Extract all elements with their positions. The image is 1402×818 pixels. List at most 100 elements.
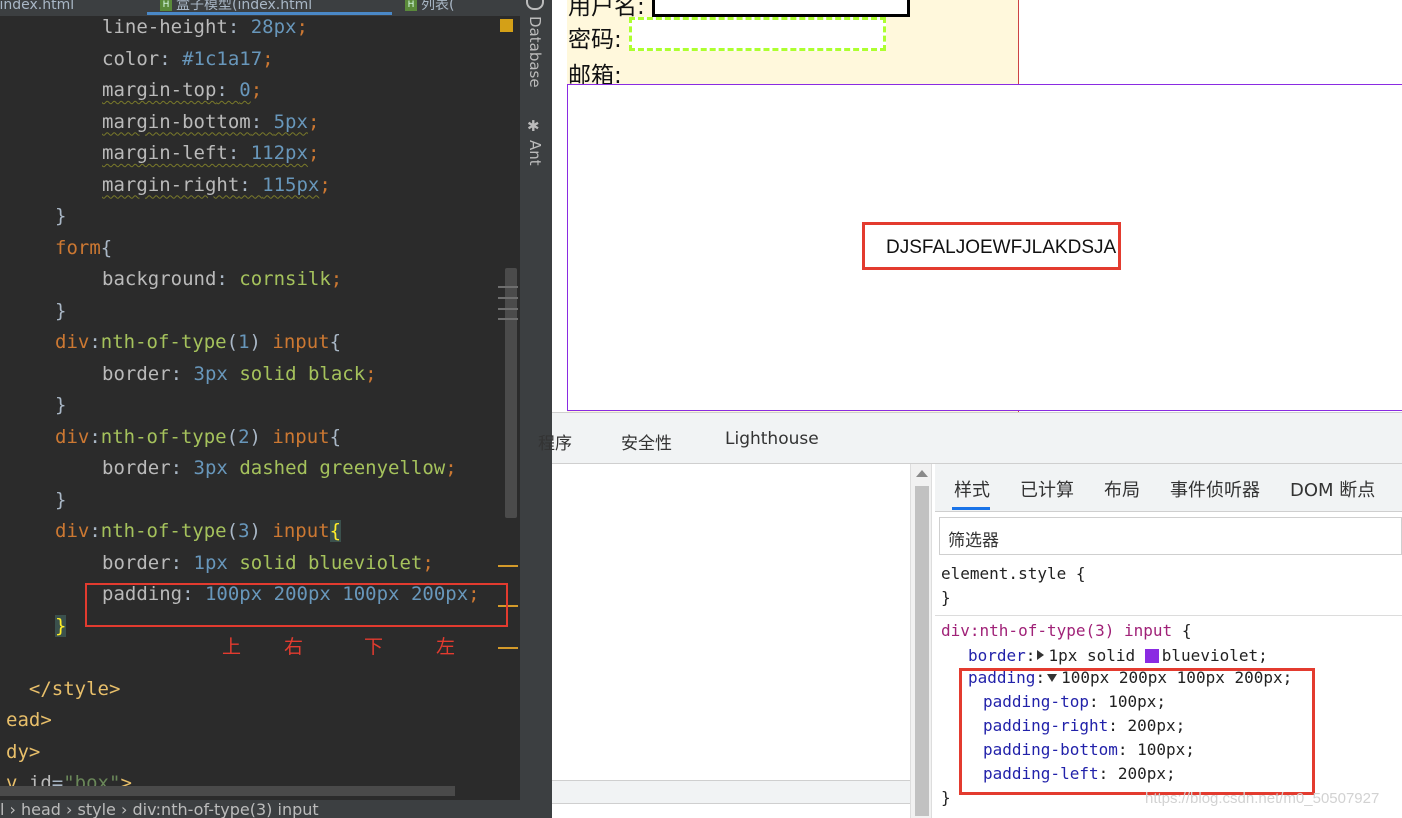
border-property[interactable]: border <box>968 646 1026 665</box>
code-token: { <box>329 331 342 353</box>
color-swatch-icon[interactable] <box>1144 649 1159 663</box>
code-token: } <box>55 299 67 322</box>
editor-tab-bar: 表(index.html H盒子模型(index.html H列表( <box>0 0 520 16</box>
code-token: input <box>272 520 330 542</box>
ant-tool-button[interactable]: Ant <box>526 140 544 166</box>
code-line[interactable]: dy> <box>6 741 40 771</box>
code-token: : <box>227 16 251 38</box>
scroll-up-icon[interactable] <box>916 470 928 477</box>
code-line[interactable]: margin-top: 0; <box>102 79 262 109</box>
code-line[interactable]: border: 3px dashed greenyellow; <box>102 457 457 487</box>
code-line[interactable]: </style> <box>6 678 121 708</box>
tab-computed[interactable]: 已计算 <box>1020 476 1074 502</box>
code-token: 28px <box>250 16 297 38</box>
code-line[interactable]: background: cornsilk; <box>102 268 342 298</box>
watermark: https://blog.csdn.net/m0_50507927 <box>1145 790 1380 807</box>
rule-header[interactable]: div:nth-of-type(3) input { <box>941 621 1191 640</box>
code-token: } <box>55 488 67 511</box>
code-token: line-height <box>102 16 228 38</box>
code-token: } <box>55 394 67 416</box>
code-token: : <box>216 268 240 290</box>
code-line[interactable]: } <box>55 205 66 235</box>
border-value[interactable]: 1px solid <box>1048 646 1135 665</box>
tab-styles[interactable]: 样式 <box>954 476 990 502</box>
filter-input[interactable]: 筛选器 <box>939 517 1402 555</box>
rule-selector[interactable]: div:nth-of-type(3) input <box>941 621 1172 640</box>
code-line[interactable]: div:nth-of-type(3) input{ <box>55 520 342 550</box>
code-token: solid blueviolet <box>239 551 423 574</box>
code-token: ead> <box>6 709 52 731</box>
annotation-bottom: 下 <box>364 636 384 658</box>
code-line[interactable]: margin-left: 112px; <box>102 142 319 172</box>
code-token: input <box>272 331 330 353</box>
scrollbar-thumb[interactable] <box>915 486 929 816</box>
rule-close-brace: } <box>941 788 951 807</box>
html-file-icon: H <box>160 0 172 11</box>
code-token: : <box>159 47 183 70</box>
breadcrumb[interactable]: l › head › style › div:nth-of-type(3) in… <box>0 800 520 818</box>
code-line[interactable]: ead> <box>6 709 52 739</box>
pane-divider[interactable] <box>552 780 910 804</box>
tab-dom-breakpoints[interactable]: DOM 断点 <box>1290 476 1375 502</box>
editor-tab-3-label: 列表( <box>421 0 455 13</box>
code-line[interactable]: div:nth-of-type(2) input{ <box>55 426 341 456</box>
tab-security[interactable]: 安全性 <box>621 429 672 454</box>
code-token: 3px <box>193 457 228 479</box>
code-line[interactable]: color: #1c1a17; <box>102 48 274 78</box>
database-tool-button[interactable]: Database <box>526 16 544 88</box>
code-line[interactable]: div:nth-of-type(1) input{ <box>55 331 341 361</box>
gutter-marker <box>498 297 518 299</box>
editor-tab-1[interactable]: 表(index.html <box>0 0 74 16</box>
code-token: 115px <box>262 173 320 196</box>
element-style-open[interactable]: element.style { <box>941 564 1086 583</box>
code-line[interactable]: margin-bottom: 5px; <box>102 111 319 141</box>
code-token: dy> <box>6 740 41 763</box>
code-token: div <box>55 425 90 448</box>
code-token: ; <box>422 551 434 574</box>
gutter-marker <box>498 308 518 310</box>
code-line[interactable]: line-height: 28px; <box>102 16 308 46</box>
html-file-icon: H <box>405 0 417 11</box>
devtools-scrollbar[interactable] <box>910 464 932 818</box>
breadcrumb-text: l › head › style › div:nth-of-type(3) in… <box>0 800 319 818</box>
tab-application[interactable]: 程序 <box>538 429 572 454</box>
code-line[interactable]: } <box>55 300 66 330</box>
code-line[interactable]: form{ <box>55 237 112 267</box>
code-line[interactable]: border: 1px solid blueviolet; <box>102 552 434 582</box>
warning-icon[interactable] <box>500 19 513 32</box>
tab-lighthouse[interactable]: Lighthouse <box>725 429 819 449</box>
expand-arrow-icon[interactable] <box>1037 650 1045 660</box>
code-token: 1 <box>238 331 250 353</box>
code-line[interactable] <box>6 646 17 676</box>
tab-layout[interactable]: 布局 <box>1104 476 1140 502</box>
editor-horizontal-scrollbar[interactable] <box>0 786 455 796</box>
code-token: : <box>239 173 263 196</box>
browser-viewport: 用户名: 密码: 邮箱: DJSFALJOEWFJLAKDSJA <box>552 0 1402 412</box>
padding-highlight-box <box>85 583 508 627</box>
code-line[interactable]: border: 3px solid black; <box>102 363 377 393</box>
code-token: : <box>170 457 194 479</box>
code-line[interactable]: } <box>55 489 66 519</box>
code-line[interactable]: } <box>55 614 67 645</box>
gutter-marker <box>498 647 518 649</box>
editor-scrollbar[interactable] <box>505 268 517 518</box>
border-declaration[interactable]: border: 1px solid blueviolet; <box>968 646 1268 665</box>
username-input[interactable] <box>652 0 910 17</box>
annotation-left: 左 <box>436 636 456 658</box>
password-input[interactable] <box>629 17 886 51</box>
code-line[interactable]: } <box>55 394 66 424</box>
code-line[interactable]: margin-right: 115px; <box>102 174 331 204</box>
devtools-panel: 程序 安全性 Lighthouse 样式 已计算 布局 事件侦听器 DOM 断点… <box>538 412 1402 818</box>
elements-tree-pane[interactable] <box>552 464 910 818</box>
code-token: 0 <box>239 79 251 101</box>
tab-event-listeners[interactable]: 事件侦听器 <box>1170 476 1260 502</box>
code-token: : <box>250 110 274 133</box>
code-token: div <box>55 520 90 542</box>
border-color-name[interactable]: blueviolet <box>1162 646 1258 665</box>
code-token: solid black <box>239 362 366 385</box>
code-editor[interactable]: 表(index.html H盒子模型(index.html H列表( line-… <box>0 0 520 818</box>
code-token: 3px <box>193 362 228 385</box>
editor-tab-3[interactable]: H 列表( <box>405 0 454 16</box>
